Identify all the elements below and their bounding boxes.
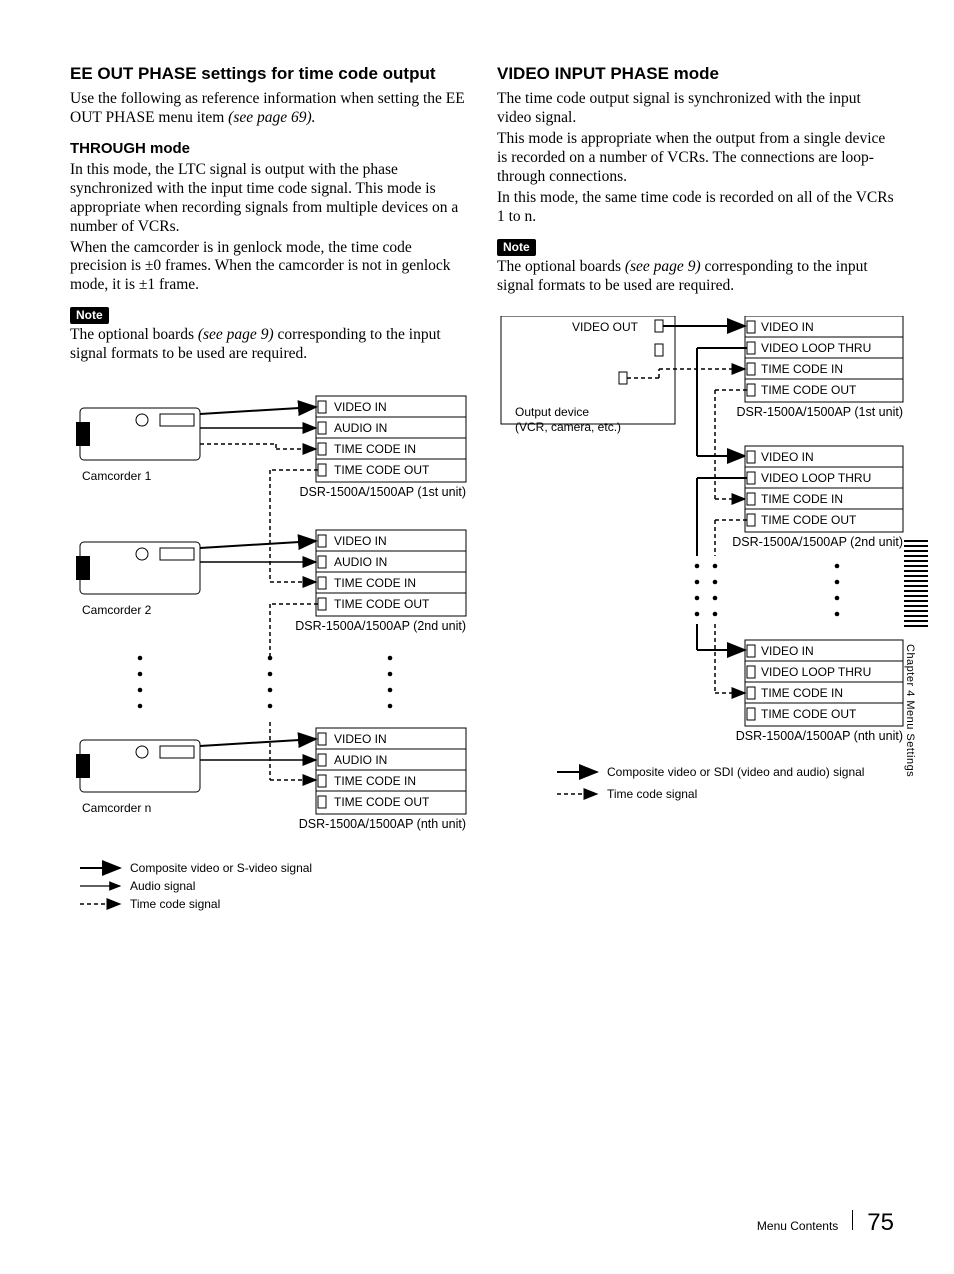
svg-text:VIDEO IN: VIDEO IN <box>334 534 387 548</box>
svg-text:DSR-1500A/1500AP (nth unit): DSR-1500A/1500AP (nth unit) <box>736 729 903 743</box>
left-intro-b: (see page 69). <box>228 109 315 126</box>
right-p2: This mode is appropriate when the output… <box>497 130 894 187</box>
through-p1: In this mode, the LTC signal is output w… <box>70 161 467 237</box>
svg-text:Time code signal: Time code signal <box>607 787 697 801</box>
left-intro: Use the following as reference informati… <box>70 90 467 128</box>
right-note-a: The optional boards <box>497 258 625 275</box>
svg-text:DSR-1500A/1500AP (1st unit): DSR-1500A/1500AP (1st unit) <box>299 485 466 499</box>
left-diagram: Camcorder 1 VIDEO IN AUDIO IN TIME CODE … <box>70 384 467 1004</box>
svg-text:AUDIO IN: AUDIO IN <box>334 555 387 569</box>
svg-text:VIDEO IN: VIDEO IN <box>334 732 387 746</box>
through-heading: THROUGH mode <box>70 140 467 159</box>
svg-text:VIDEO IN: VIDEO IN <box>334 400 387 414</box>
chapter-label: Chapter 4 Menu Settings <box>902 644 916 777</box>
right-note-tag: Note <box>497 239 536 256</box>
svg-text:TIME CODE OUT: TIME CODE OUT <box>334 463 430 477</box>
chapter-tab: Chapter 4 Menu Settings <box>902 540 930 840</box>
right-note-b: (see page 9) <box>625 258 701 275</box>
left-heading: EE OUT PHASE settings for time code outp… <box>70 64 467 84</box>
svg-text:TIME CODE OUT: TIME CODE OUT <box>761 513 857 527</box>
svg-text:VIDEO LOOP THRU: VIDEO LOOP THRU <box>761 665 871 679</box>
svg-text:TIME CODE IN: TIME CODE IN <box>761 492 843 506</box>
left-note-b: (see page 9) <box>198 326 274 343</box>
svg-text:TIME CODE IN: TIME CODE IN <box>761 686 843 700</box>
svg-text:Composite video or S-video sig: Composite video or S-video signal <box>130 861 312 875</box>
svg-text:Audio signal: Audio signal <box>130 879 195 893</box>
svg-text:DSR-1500A/1500AP (nth unit): DSR-1500A/1500AP (nth unit) <box>299 817 466 831</box>
left-note-a: The optional boards <box>70 326 198 343</box>
svg-text:TIME CODE IN: TIME CODE IN <box>334 576 416 590</box>
svg-text:TIME CODE OUT: TIME CODE OUT <box>761 383 857 397</box>
left-note-tag: Note <box>70 307 109 324</box>
right-p3: In this mode, the same time code is reco… <box>497 189 894 227</box>
svg-text:DSR-1500A/1500AP (2nd unit): DSR-1500A/1500AP (2nd unit) <box>732 535 903 549</box>
svg-text:TIME CODE IN: TIME CODE IN <box>761 362 843 376</box>
svg-text:TIME CODE OUT: TIME CODE OUT <box>334 597 430 611</box>
through-p2: When the camcorder is in genlock mode, t… <box>70 239 467 296</box>
left-note-body: The optional boards (see page 9) corresp… <box>70 326 467 364</box>
svg-text:VIDEO LOOP THRU: VIDEO LOOP THRU <box>761 341 871 355</box>
svg-text:AUDIO IN: AUDIO IN <box>334 753 387 767</box>
svg-text:Camcorder 2: Camcorder 2 <box>82 603 152 617</box>
svg-text:TIME CODE IN: TIME CODE IN <box>334 774 416 788</box>
footer-divider <box>852 1210 853 1230</box>
svg-text:DSR-1500A/1500AP (1st unit): DSR-1500A/1500AP (1st unit) <box>736 405 903 419</box>
svg-text:Time code signal: Time code signal <box>130 897 220 911</box>
svg-text:TIME CODE OUT: TIME CODE OUT <box>334 795 430 809</box>
footer-section: Menu Contents <box>757 1219 838 1234</box>
svg-text:Output device: Output device <box>515 405 589 419</box>
cam1-label: Camcorder 1 <box>82 469 152 483</box>
tab-bars-icon <box>904 540 928 636</box>
svg-text:TIME CODE IN: TIME CODE IN <box>334 442 416 456</box>
svg-text:TIME CODE OUT: TIME CODE OUT <box>761 707 857 721</box>
right-note-body: The optional boards (see page 9) corresp… <box>497 258 894 296</box>
svg-text:DSR-1500A/1500AP (2nd unit): DSR-1500A/1500AP (2nd unit) <box>295 619 466 633</box>
svg-text:VIDEO LOOP THRU: VIDEO LOOP THRU <box>761 471 871 485</box>
svg-text:Composite video or SDI (video: Composite video or SDI (video and audio)… <box>607 765 864 779</box>
page-footer: Menu Contents 75 <box>757 1208 894 1238</box>
right-diagram: VIDEO OUT Output device (VCR, camera, et… <box>497 316 894 916</box>
svg-text:VIDEO IN: VIDEO IN <box>761 320 814 334</box>
right-heading: VIDEO INPUT PHASE mode <box>497 64 894 84</box>
svg-text:AUDIO IN: AUDIO IN <box>334 421 387 435</box>
right-p1: The time code output signal is synchroni… <box>497 90 894 128</box>
page-number: 75 <box>867 1208 894 1238</box>
svg-text:Camcorder n: Camcorder n <box>82 801 151 815</box>
svg-text:(VCR, camera, etc.): (VCR, camera, etc.) <box>515 420 621 434</box>
svg-text:VIDEO OUT: VIDEO OUT <box>572 320 639 334</box>
svg-text:VIDEO IN: VIDEO IN <box>761 644 814 658</box>
svg-text:VIDEO IN: VIDEO IN <box>761 450 814 464</box>
